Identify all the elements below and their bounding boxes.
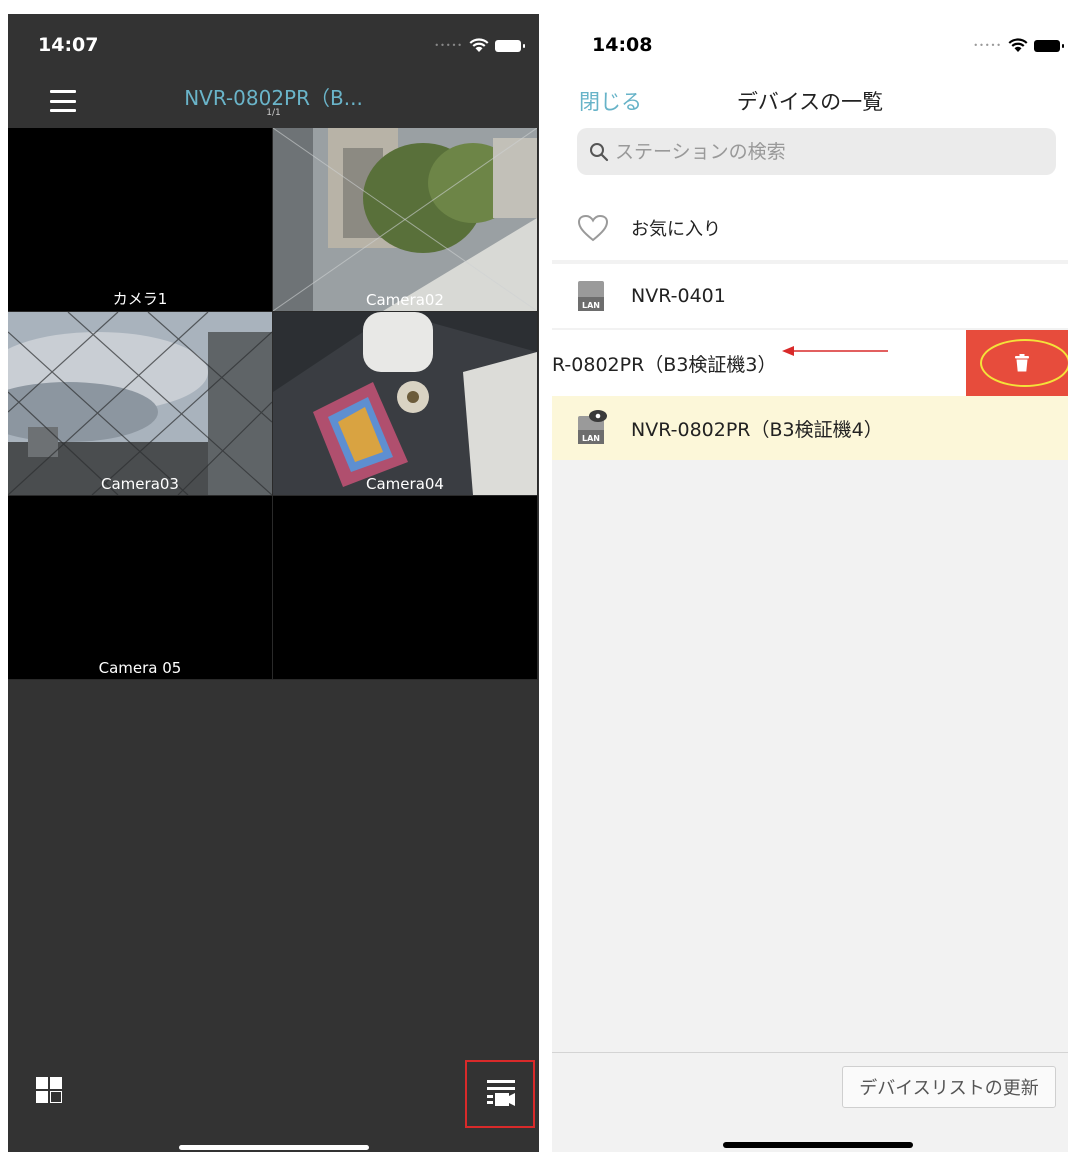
camera-tile-1[interactable]: カメラ1 — [8, 128, 272, 311]
camera-tile-empty[interactable] — [273, 496, 537, 679]
search-bar[interactable] — [577, 128, 1056, 175]
camera-tile-3[interactable]: Camera03 — [8, 312, 272, 495]
camera-feed-image — [8, 312, 272, 495]
camera-label: カメラ1 — [112, 290, 168, 308]
heart-icon — [577, 214, 609, 242]
search-input[interactable] — [615, 140, 1035, 163]
device-row-swiped[interactable]: R-0802PR（B3検証機3） — [552, 330, 1068, 396]
system-icons: ••••• — [973, 38, 1064, 53]
device-name: NVR-0802PR（B3検証機4） — [631, 418, 883, 441]
search-icon — [590, 142, 609, 161]
status-time: 14:07 — [38, 34, 99, 56]
device-list-button[interactable] — [465, 1060, 535, 1128]
camera-tile-4[interactable]: Camera04 — [273, 312, 537, 495]
system-icons: ••••• — [434, 38, 525, 53]
battery-icon — [495, 39, 525, 52]
layout-grid-icon[interactable] — [36, 1077, 62, 1103]
footer-bar: デバイスリストの更新 — [552, 1052, 1068, 1152]
lan-badge-text: LAN — [582, 301, 600, 310]
wifi-icon — [1008, 38, 1028, 52]
camera-grid: カメラ1 Camera02 Camera03 Camera04 Camera 0… — [8, 128, 538, 680]
camera-label: Camera 05 — [98, 659, 182, 677]
trash-icon — [1015, 354, 1029, 372]
status-bar: 14:08 ••••• — [552, 14, 1068, 76]
delete-button[interactable] — [966, 330, 1068, 396]
swipe-left-arrow-icon — [782, 346, 888, 356]
lan-badge-text: LAN — [582, 434, 600, 443]
nav-bar: NVR-0802PR（B... 1/1 — [8, 76, 539, 128]
camera-feed-image — [273, 312, 537, 495]
camera-tile-5[interactable]: Camera 05 — [8, 496, 272, 679]
nvr-lan-icon: LAN — [578, 281, 604, 311]
status-bar: 14:07 ••••• — [8, 14, 539, 76]
home-indicator[interactable] — [179, 1145, 369, 1150]
device-list-icon — [487, 1080, 515, 1106]
camera-feed-image — [273, 128, 537, 311]
signal-dots-icon: ••••• — [434, 40, 463, 50]
refresh-device-list-button[interactable]: デバイスリストの更新 — [842, 1066, 1056, 1108]
device-row[interactable]: LAN NVR-0401 — [552, 264, 1068, 328]
camera-label: Camera03 — [101, 475, 179, 493]
home-indicator[interactable] — [723, 1142, 913, 1148]
device-name: NVR-0401 — [631, 285, 726, 307]
status-time: 14:08 — [592, 34, 653, 56]
favorites-row[interactable]: お気に入り — [552, 196, 1068, 260]
wifi-icon — [469, 38, 489, 52]
right-phone-screen: 14:08 ••••• 閉じる デバイスの一覧 お気に入り LAN NVR-04… — [552, 14, 1068, 1152]
device-name: R-0802PR（B3検証機3） — [552, 353, 777, 376]
camera-label: Camera04 — [366, 475, 444, 493]
favorites-label: お気に入り — [631, 219, 721, 240]
signal-dots-icon: ••••• — [973, 40, 1002, 50]
camera-tile-2[interactable]: Camera02 — [273, 128, 537, 311]
camera-label: Camera02 — [366, 291, 444, 309]
device-row-selected[interactable]: LAN NVR-0802PR（B3検証機4） — [552, 396, 1068, 460]
device-title[interactable]: NVR-0802PR（B... — [8, 82, 539, 111]
device-list-header: 閉じる デバイスの一覧 — [552, 76, 1068, 196]
page-title: デバイスの一覧 — [736, 90, 884, 114]
battery-icon — [1034, 39, 1064, 52]
left-phone-screen: 14:07 ••••• NVR-0802PR（B... 1/1 カメラ1 Cam… — [8, 14, 539, 1152]
page-indicator: 1/1 — [266, 108, 281, 118]
nvr-camera-lan-icon: LAN — [578, 410, 607, 444]
